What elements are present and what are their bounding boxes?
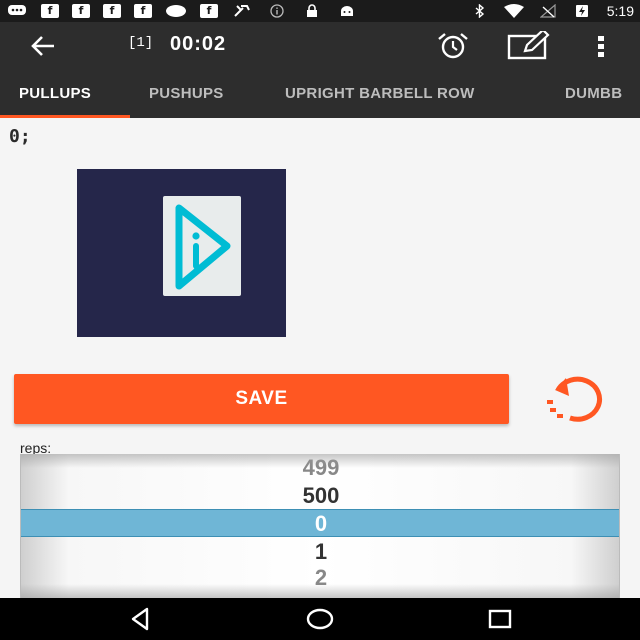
picker-shade [21, 454, 619, 468]
nav-back-button[interactable] [120, 604, 160, 634]
nav-home-icon [306, 608, 334, 630]
edit-button[interactable] [506, 31, 552, 61]
no-signal-icon [537, 4, 559, 18]
android-icon [336, 4, 358, 18]
facebook-icon: f [103, 4, 121, 18]
tab-pushups[interactable]: PUSHUPS [149, 70, 224, 118]
wifi-icon [503, 4, 525, 18]
tab-upright-barbell-row[interactable]: UPRIGHT BARBELL ROW [285, 70, 475, 118]
picker-shade [21, 584, 619, 598]
arrow-back-icon [31, 36, 54, 56]
back-button[interactable] [28, 32, 58, 60]
status-bar: f f f f f 5:19 [0, 0, 640, 22]
save-button[interactable]: SAVE [14, 374, 509, 424]
facebook-icon: f [200, 4, 218, 18]
edit-icon [507, 31, 550, 60]
workout-timer: 00:02 [170, 33, 227, 55]
chat-bubble-icon [6, 4, 28, 18]
exercise-content: 0; SAVE reps: 499 500 [0, 118, 640, 598]
bluetooth-icon [469, 4, 491, 18]
picker-value[interactable]: 500 [21, 482, 619, 510]
picker-selected-value[interactable]: 0 [21, 509, 619, 537]
alarm-button[interactable] [436, 31, 470, 61]
facebook-icon: f [72, 4, 90, 18]
facebook-icon: f [134, 4, 152, 18]
lock-icon [301, 4, 323, 18]
reset-icon [547, 376, 603, 422]
clock: 5:19 [606, 3, 634, 19]
nav-recents-button[interactable] [480, 604, 520, 634]
toolbar: [1] 00:02 [0, 22, 640, 70]
cloud-icon [165, 4, 187, 18]
nav-back-icon [131, 607, 149, 631]
more-options-button[interactable] [586, 31, 616, 61]
more-vert-icon [598, 36, 604, 57]
battery-charging-icon [571, 4, 593, 18]
navigation-bar [0, 598, 640, 640]
image-card [163, 196, 241, 296]
set-counter: [1] [128, 35, 154, 51]
app-screen: f f f f f 5:19 [1] 00:02 PULLUPS PUSHUPS… [0, 0, 640, 640]
nav-recents-icon [488, 609, 512, 629]
tool-icon [231, 4, 253, 18]
facebook-icon: f [41, 4, 59, 18]
exercise-image [77, 169, 286, 337]
exercise-tabs: PULLUPS PUSHUPS UPRIGHT BARBELL ROW DUMB… [0, 70, 640, 118]
nav-home-button[interactable] [300, 604, 340, 634]
tab-dumbbell[interactable]: DUMBB [565, 70, 622, 118]
alarm-icon [438, 33, 468, 59]
play-info-logo-icon [175, 204, 231, 290]
reps-value-text: 0; [9, 126, 31, 147]
picker-value[interactable]: 1 [21, 538, 619, 566]
info-icon [266, 4, 288, 18]
reset-button[interactable] [540, 376, 616, 424]
reps-number-picker[interactable]: 499 500 0 1 2 [20, 454, 620, 598]
tab-pullups[interactable]: PULLUPS [19, 70, 91, 118]
